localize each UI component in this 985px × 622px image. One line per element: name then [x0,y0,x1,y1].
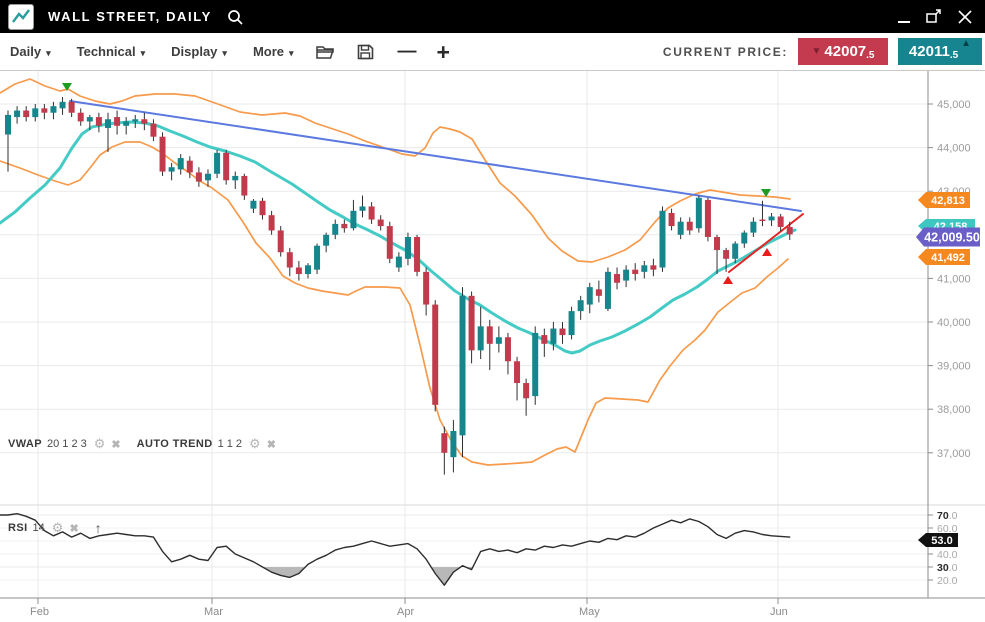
svg-text:70.0: 70.0 [937,510,958,522]
svg-text:53.0: 53.0 [931,535,952,547]
svg-text:40,000: 40,000 [937,317,971,329]
svg-text:20.0: 20.0 [937,575,958,587]
price-chart[interactable]: 45,00044,00043,00042,00041,00040,00039,0… [0,0,985,622]
svg-text:37,000: 37,000 [937,448,971,460]
autotrend-settings-gear-icon[interactable]: ⚙ [249,436,261,452]
svg-text:45,000: 45,000 [937,99,971,111]
svg-text:44,000: 44,000 [937,143,971,155]
svg-text:May: May [579,606,600,618]
auto-trend-lines [70,101,803,272]
vwap-remove-icon[interactable]: ✖ [111,438,120,451]
svg-text:39,000: 39,000 [937,361,971,373]
svg-text:41,492: 41,492 [931,252,965,264]
trading-platform-window: WALL STREET, DAILY Daily▾ Technical▾ Dis… [0,0,985,622]
svg-text:40.0: 40.0 [937,549,958,561]
rsi-panel [0,514,790,586]
indicator-labels: VWAP 20 1 2 3 ⚙ ✖ AUTO TREND 1 1 2 ⚙ ✖ [8,436,276,452]
rsi-label: RSI [8,522,28,534]
svg-text:41,000: 41,000 [937,273,971,285]
svg-text:Mar: Mar [204,606,223,618]
svg-text:42,813: 42,813 [931,195,965,207]
rsi-settings-gear-icon[interactable]: ⚙ [52,520,64,536]
rsi-indicator-labels: RSI 14 ⚙ ✖ ↑ [8,520,102,536]
vwap-line [0,122,795,353]
rsi-remove-icon[interactable]: ✖ [69,522,78,535]
rsi-move-up-icon[interactable]: ↑ [95,520,102,536]
bollinger-bands [0,79,790,465]
svg-text:38,000: 38,000 [937,404,971,416]
svg-text:30.0: 30.0 [937,562,958,574]
vwap-label: VWAP [8,438,42,450]
svg-text:42,009.50: 42,009.50 [924,231,980,245]
svg-text:Jun: Jun [770,606,788,618]
autotrend-label: AUTO TREND [137,438,213,450]
autotrend-remove-icon[interactable]: ✖ [267,438,276,451]
svg-text:Apr: Apr [397,606,414,618]
vwap-settings-gear-icon[interactable]: ⚙ [94,436,106,452]
svg-text:Feb: Feb [30,606,49,618]
